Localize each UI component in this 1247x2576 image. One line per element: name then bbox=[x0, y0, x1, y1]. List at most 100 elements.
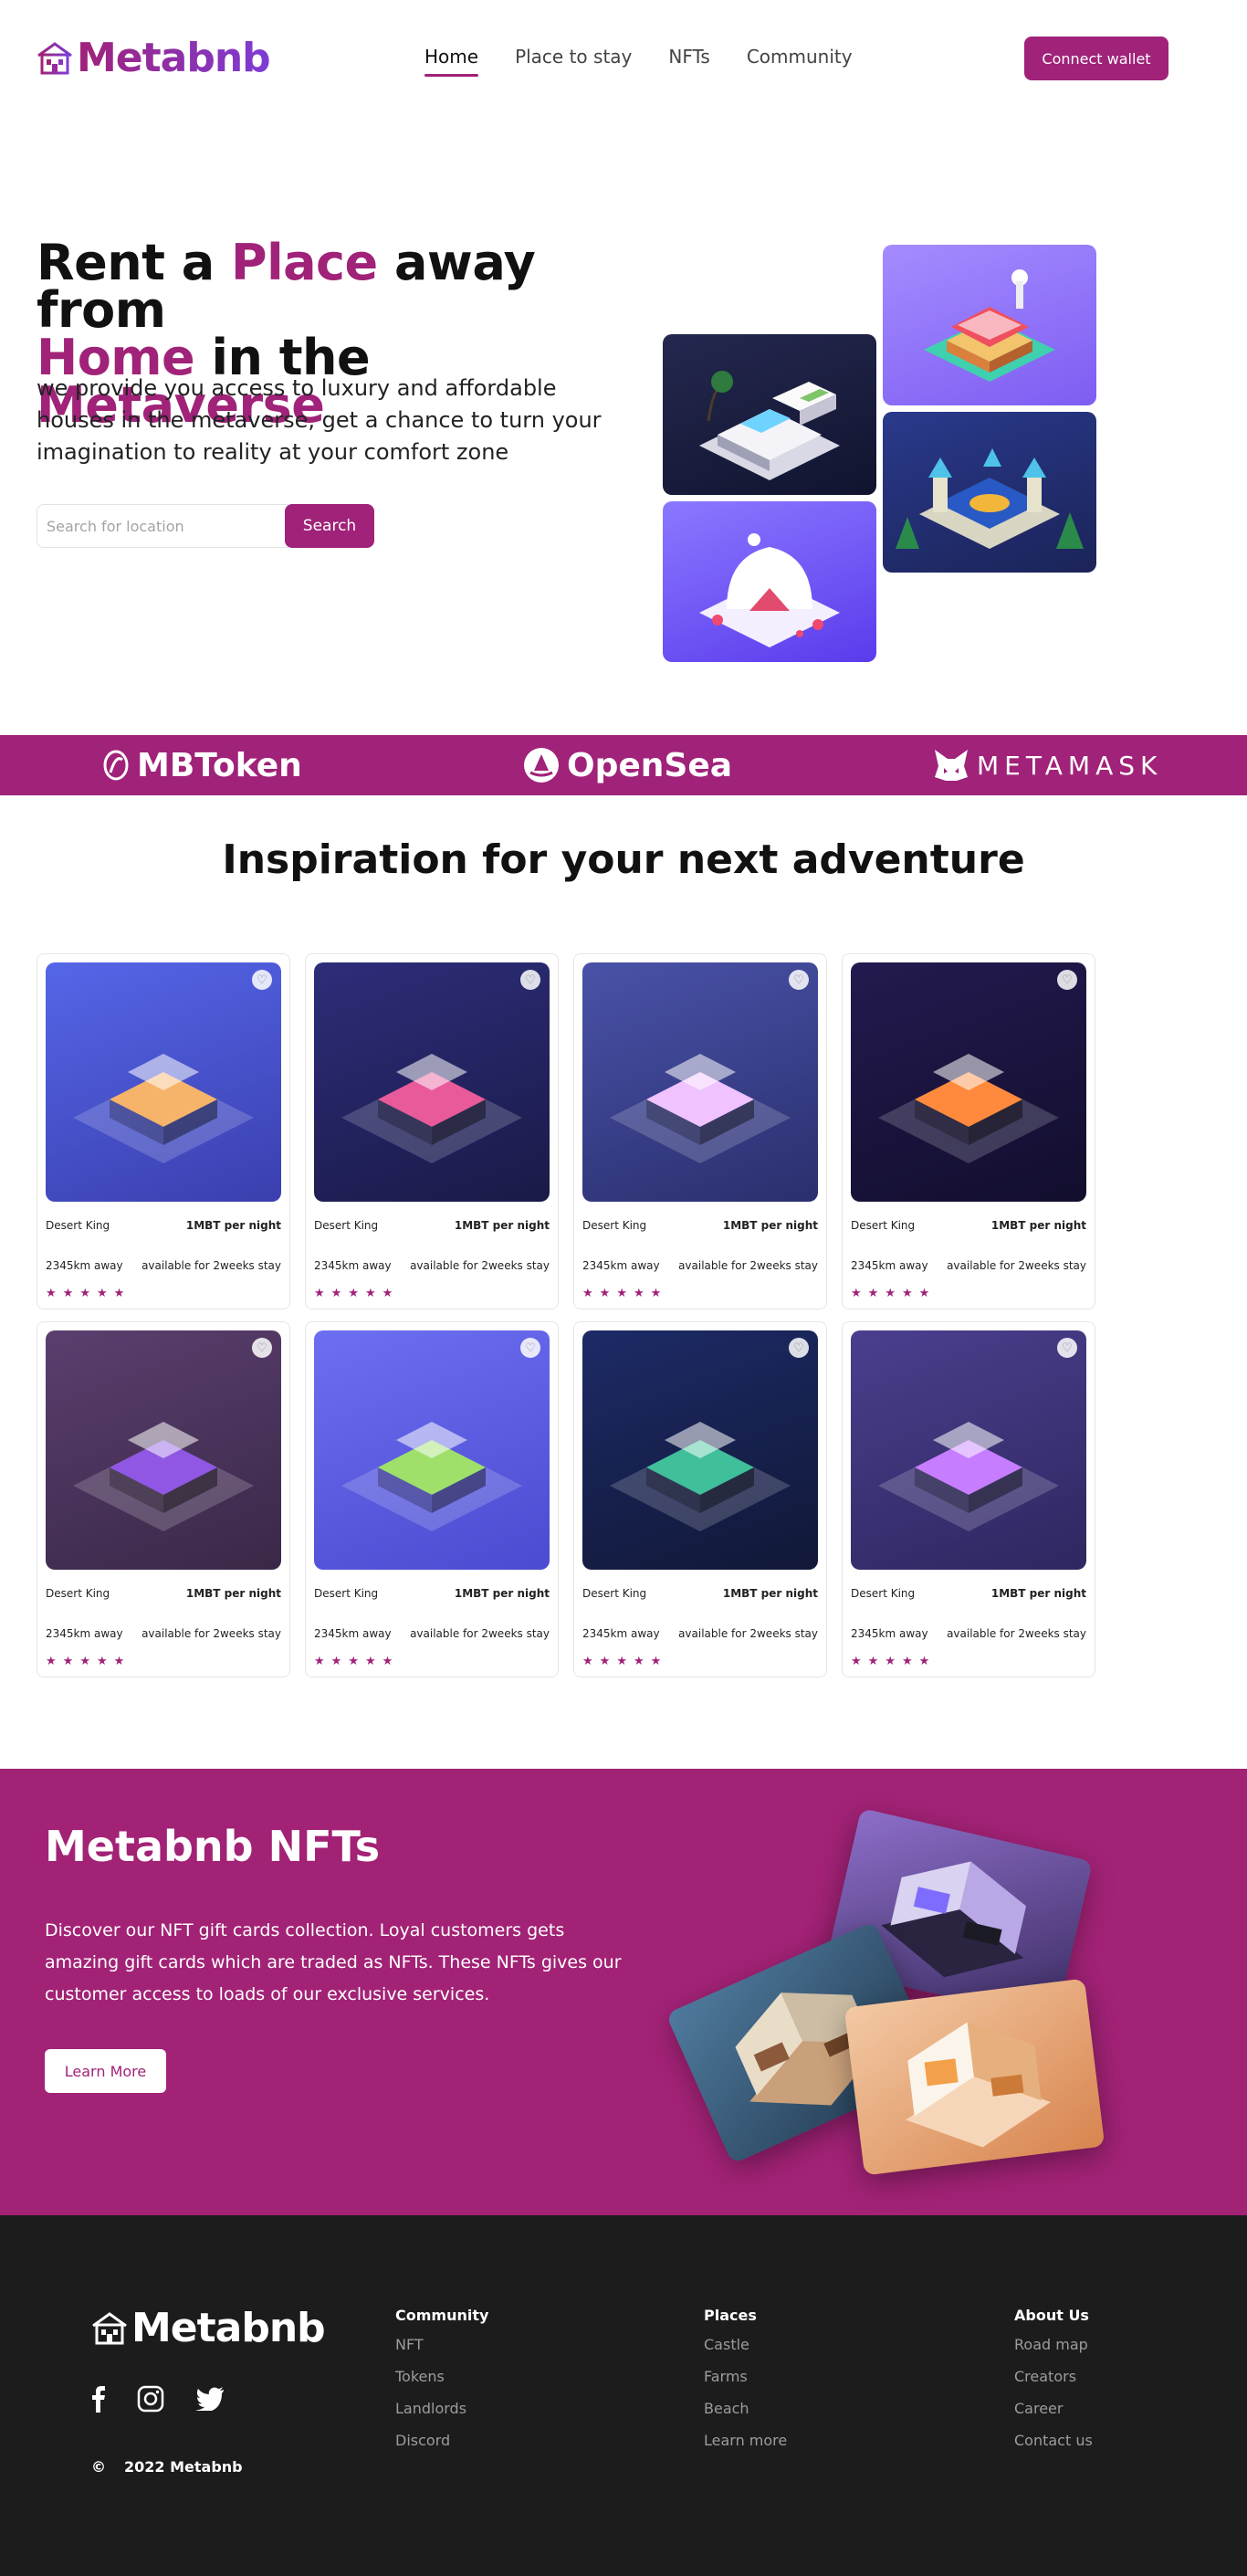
learn-more-button[interactable]: Learn More bbox=[45, 2049, 166, 2093]
listing-availability: available for 2weeks stay bbox=[141, 1259, 281, 1272]
hero-image-villa bbox=[663, 334, 876, 495]
star-icon: ★ bbox=[348, 1655, 359, 1668]
listing-card[interactable]: ♡ Desert King 1MBT per night 2345km away ava… bbox=[842, 1321, 1095, 1677]
star-icon: ★ bbox=[650, 1655, 662, 1668]
opensea-icon bbox=[524, 748, 559, 783]
footer-link[interactable]: Beach bbox=[704, 2397, 787, 2429]
partner-mbtoken[interactable]: MBToken bbox=[102, 735, 302, 795]
listing-card[interactable]: ♡ Desert King 1MBT per night 2345km away ava… bbox=[842, 953, 1095, 1309]
listing-price: 1MBT per night bbox=[990, 1587, 1086, 1600]
listing-distance: 2345km away bbox=[582, 1627, 660, 1640]
partner-metamask[interactable]: METAMASK bbox=[933, 735, 1162, 795]
listing-image: ♡ bbox=[851, 962, 1086, 1202]
footer-link[interactable]: NFT bbox=[395, 2333, 488, 2365]
footer-link[interactable]: Farms bbox=[704, 2365, 787, 2397]
inspiration-title: Inspiration for your next adventure bbox=[222, 836, 1025, 883]
hero-subtitle: we provide you access to luxury and affo… bbox=[37, 375, 602, 465]
footer-col-places: Places Castle Farms Beach Learn more bbox=[704, 2307, 787, 2461]
footer-link[interactable]: Creators bbox=[1014, 2365, 1093, 2397]
listing-image: ♡ bbox=[582, 1330, 818, 1570]
listing-card[interactable]: ♡ Desert King 1MBT per night 2345km away ava… bbox=[305, 1321, 559, 1677]
star-icon: ★ bbox=[901, 1287, 913, 1300]
nav-community[interactable]: Community bbox=[747, 46, 853, 73]
listing-card[interactable]: ♡ Desert King 1MBT per night 2345km away ava… bbox=[573, 1321, 827, 1677]
connect-wallet-button[interactable]: Connect wallet bbox=[1024, 37, 1168, 80]
search-button[interactable]: Search bbox=[285, 504, 374, 548]
rating-stars: ★ ★ ★ ★ ★ bbox=[46, 1287, 124, 1300]
listing-price: 1MBT per night bbox=[454, 1587, 550, 1600]
footer-link[interactable]: Learn more bbox=[704, 2429, 787, 2461]
star-icon: ★ bbox=[382, 1287, 393, 1300]
copyright-text: 2022 Metabnb bbox=[124, 2458, 243, 2476]
nav-nfts[interactable]: NFTs bbox=[668, 46, 709, 73]
star-icon: ★ bbox=[599, 1655, 611, 1668]
partner-opensea[interactable]: OpenSea bbox=[523, 735, 732, 795]
favorite-heart-icon[interactable]: ♡ bbox=[789, 1338, 809, 1358]
listing-availability: available for 2weeks stay bbox=[947, 1627, 1086, 1640]
hero-image-snow-house bbox=[663, 501, 876, 662]
listing-availability: available for 2weeks stay bbox=[678, 1627, 818, 1640]
nft-title: Metabnb NFTs bbox=[45, 1822, 381, 1871]
favorite-heart-icon[interactable]: ♡ bbox=[1057, 1338, 1077, 1358]
footer-col-title: About Us bbox=[1014, 2307, 1089, 2324]
listing-card[interactable]: ♡ Desert King 1MBT per night 2345km away ava… bbox=[573, 953, 827, 1309]
listing-card[interactable]: ♡ Desert King 1MBT per night 2345km away ava… bbox=[37, 953, 290, 1309]
search-bar: Search bbox=[37, 504, 374, 548]
star-icon: ★ bbox=[46, 1655, 57, 1668]
listing-distance: 2345km away bbox=[851, 1259, 928, 1272]
house-logo-icon bbox=[37, 41, 72, 74]
search-input[interactable] bbox=[37, 504, 288, 548]
favorite-heart-icon[interactable]: ♡ bbox=[252, 1338, 272, 1358]
footer-col-title: Community bbox=[395, 2307, 489, 2324]
favorite-heart-icon[interactable]: ♡ bbox=[520, 1338, 540, 1358]
footer-link[interactable]: Contact us bbox=[1014, 2429, 1093, 2461]
instagram-icon[interactable] bbox=[137, 2385, 164, 2413]
favorite-heart-icon[interactable]: ♡ bbox=[789, 970, 809, 990]
listing-name: Desert King bbox=[582, 1587, 647, 1600]
listing-image: ♡ bbox=[46, 962, 281, 1202]
star-icon: ★ bbox=[314, 1287, 325, 1300]
star-icon: ★ bbox=[364, 1287, 376, 1300]
partner-label: MBToken bbox=[137, 746, 302, 784]
star-icon: ★ bbox=[582, 1287, 593, 1300]
main-nav: Home Place to stay NFTs Community bbox=[424, 46, 853, 77]
footer-link[interactable]: Career bbox=[1014, 2397, 1093, 2429]
listing-price: 1MBT per night bbox=[722, 1587, 818, 1600]
listing-name: Desert King bbox=[314, 1587, 379, 1600]
nav-home[interactable]: Home bbox=[424, 46, 479, 77]
star-icon: ★ bbox=[330, 1287, 342, 1300]
nav-place-to-stay[interactable]: Place to stay bbox=[515, 46, 632, 73]
listing-card[interactable]: ♡ Desert King 1MBT per night 2345km away ava… bbox=[37, 1321, 290, 1677]
footer-link[interactable]: Discord bbox=[395, 2429, 488, 2461]
listing-price: 1MBT per night bbox=[454, 1219, 550, 1232]
footer-col-title: Places bbox=[704, 2307, 757, 2324]
listing-row: Desert King 1MBT per night bbox=[314, 1219, 550, 1232]
social-links bbox=[91, 2385, 225, 2413]
footer-link[interactable]: Road map bbox=[1014, 2333, 1093, 2365]
star-icon: ★ bbox=[79, 1655, 90, 1668]
listing-price: 1MBT per night bbox=[990, 1219, 1086, 1232]
favorite-heart-icon[interactable]: ♡ bbox=[1057, 970, 1077, 990]
listing-card[interactable]: ♡ Desert King 1MBT per night 2345km away ava… bbox=[305, 953, 559, 1309]
listing-availability: available for 2weeks stay bbox=[678, 1259, 818, 1272]
partner-label: METAMASK bbox=[977, 750, 1163, 781]
facebook-icon[interactable] bbox=[91, 2385, 106, 2413]
listing-image: ♡ bbox=[314, 1330, 550, 1570]
listing-distance: 2345km away bbox=[851, 1627, 928, 1640]
logo[interactable]: Metabnb bbox=[37, 35, 271, 81]
favorite-heart-icon[interactable]: ♡ bbox=[520, 970, 540, 990]
footer-link[interactable]: Castle bbox=[704, 2333, 787, 2365]
star-icon: ★ bbox=[79, 1287, 90, 1300]
rating-stars: ★ ★ ★ ★ ★ bbox=[851, 1655, 929, 1668]
footer-logo[interactable]: Metabnb bbox=[91, 2305, 326, 2351]
listing-availability: available for 2weeks stay bbox=[410, 1627, 550, 1640]
rating-stars: ★ ★ ★ ★ ★ bbox=[314, 1287, 393, 1300]
footer-link[interactable]: Landlords bbox=[395, 2397, 488, 2429]
listing-availability: available for 2weeks stay bbox=[141, 1627, 281, 1640]
listing-row: 2345km away available for 2weeks stay bbox=[314, 1259, 550, 1272]
twitter-icon[interactable] bbox=[195, 2387, 225, 2411]
favorite-heart-icon[interactable]: ♡ bbox=[252, 970, 272, 990]
listing-image: ♡ bbox=[314, 962, 550, 1202]
footer-link[interactable]: Tokens bbox=[395, 2365, 488, 2397]
listing-price: 1MBT per night bbox=[722, 1219, 818, 1232]
